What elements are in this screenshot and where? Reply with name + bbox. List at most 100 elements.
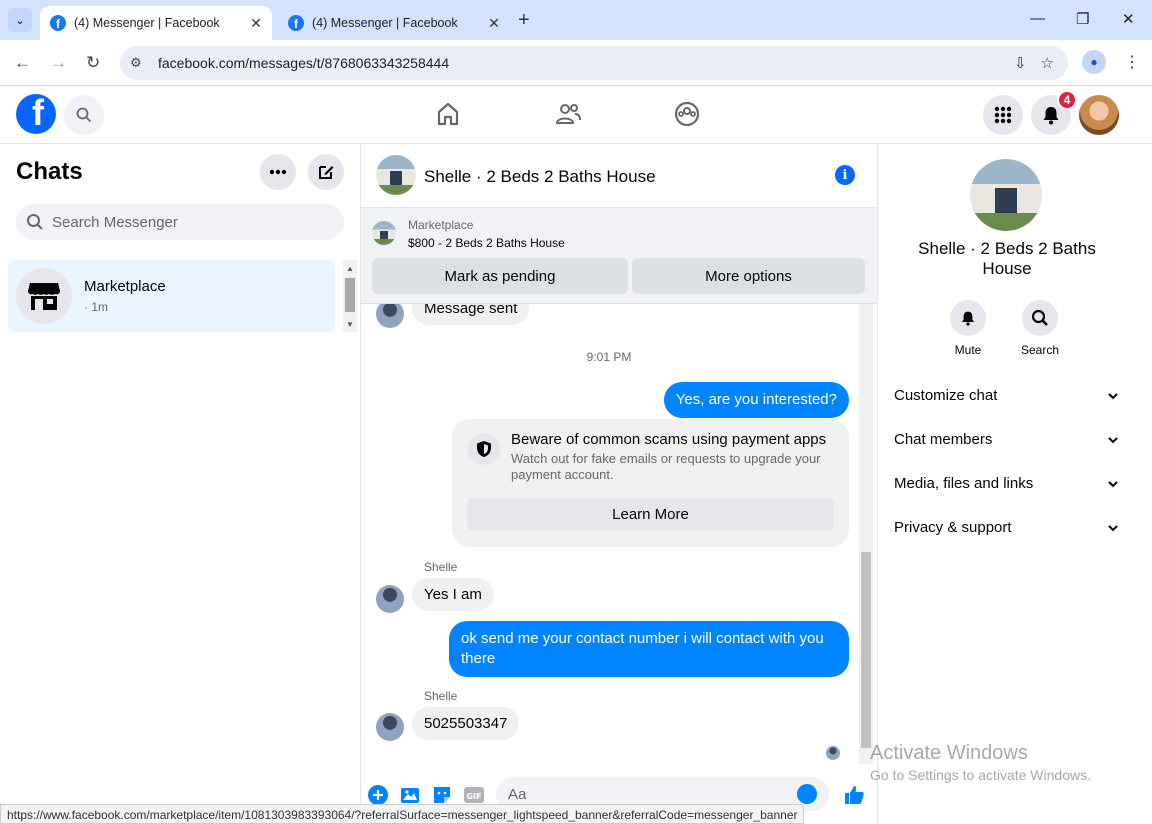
minimize-icon[interactable]: —	[1030, 10, 1045, 27]
install-app-icon[interactable]: ⇩	[1014, 54, 1027, 72]
browser-tab-bar: ⌄ f (4) Messenger | Facebook ✕ f (4) Mes…	[0, 0, 1152, 40]
details-title: Shelle · 2 Beds 2 Baths House	[918, 239, 1096, 278]
conversation-details-pane: Shelle · 2 Beds 2 Baths House Mute Searc…	[878, 144, 1136, 824]
facebook-search-icon[interactable]	[64, 95, 104, 135]
marketplace-label: Marketplace	[408, 218, 474, 232]
message-bubble-outgoing: ok send me your contact number i will co…	[449, 621, 849, 677]
tab-search-chevron-icon[interactable]: ⌄	[8, 8, 32, 32]
message-bubble-incoming: 5025503347	[412, 707, 520, 740]
site-info-icon[interactable]: ⚙	[130, 55, 146, 71]
browser-tab-inactive[interactable]: f (4) Messenger | Facebook ✕	[278, 6, 510, 40]
search-messenger-input[interactable]: Search Messenger	[16, 204, 344, 240]
scam-warning-body: Watch out for fake emails or requests to…	[511, 451, 821, 482]
scrollbar-thumb[interactable]	[861, 552, 871, 748]
privacy-support-section[interactable]: Privacy & support	[894, 519, 1120, 536]
thumbs-up-icon[interactable]	[843, 784, 865, 806]
conversation-avatar[interactable]	[376, 155, 416, 195]
close-tab-icon[interactable]: ✕	[484, 15, 504, 32]
mute-label: Mute	[954, 343, 982, 357]
listing-title[interactable]: $800 - 2 Beds 2 Baths House	[408, 236, 565, 250]
scrollbar-thumb[interactable]	[345, 278, 355, 312]
close-window-icon[interactable]: ✕	[1122, 10, 1135, 28]
facebook-favicon-icon: f	[288, 15, 304, 31]
message-list: Message sent 9:01 PM Yes, are you intere…	[361, 304, 877, 769]
tab-title: (4) Messenger | Facebook	[312, 16, 458, 30]
url-text[interactable]: facebook.com/messages/t/8768063343258444	[158, 55, 1014, 71]
search-icon	[1022, 300, 1058, 336]
close-tab-icon[interactable]: ✕	[246, 15, 266, 32]
marketplace-store-icon	[16, 268, 72, 324]
listing-thumbnail[interactable]	[372, 221, 396, 245]
plus-circle-icon[interactable]	[367, 784, 389, 806]
groups-icon[interactable]	[673, 100, 701, 128]
search-placeholder: Search Messenger	[52, 213, 178, 231]
page-scrollbar[interactable]	[1136, 144, 1152, 824]
sender-name: Shelle	[424, 689, 458, 703]
menu-grid-icon[interactable]	[983, 95, 1023, 135]
chevron-down-icon	[1108, 393, 1118, 400]
sender-avatar[interactable]	[376, 585, 404, 613]
search-icon	[27, 214, 43, 230]
message-timestamp: 9:01 PM	[586, 350, 632, 364]
search-conversation-button[interactable]: Search	[1010, 300, 1070, 357]
info-icon[interactable]: i	[835, 165, 855, 185]
facebook-logo-icon[interactable]: f	[16, 94, 56, 134]
forward-arrow-icon[interactable]: →	[50, 53, 67, 73]
new-tab-icon[interactable]: +	[518, 9, 530, 32]
home-icon[interactable]	[434, 100, 462, 128]
chat-members-section[interactable]: Chat members	[894, 431, 1120, 448]
url-bar[interactable]: ⚙ facebook.com/messages/t/87680633432584…	[120, 46, 1068, 80]
chat-time: · 1m	[84, 300, 108, 314]
sender-avatar[interactable]	[376, 713, 404, 741]
browser-menu-icon[interactable]: ⋮	[1124, 52, 1140, 72]
section-label: Media, files and links	[894, 475, 1034, 492]
mark-as-pending-button[interactable]: Mark as pending	[372, 258, 628, 294]
message-bubble-incoming: Message sent	[412, 304, 530, 325]
sender-avatar[interactable]	[376, 304, 404, 328]
chats-sidebar: Chats Search Messenger Marketplace · 1m …	[0, 144, 361, 824]
svg-text:GIF: GIF	[466, 792, 481, 801]
scroll-down-icon[interactable]: ▼	[346, 320, 354, 329]
chat-list-scrollbar[interactable]: ▲ ▼	[343, 260, 357, 332]
new-message-icon[interactable]	[308, 154, 344, 190]
reload-icon[interactable]: ↻	[86, 53, 100, 73]
details-avatar[interactable]	[970, 159, 1042, 231]
conversation-scrollbar[interactable]	[859, 304, 873, 764]
chat-list-item-marketplace[interactable]: Marketplace · 1m	[8, 260, 335, 332]
scroll-up-icon[interactable]: ▲	[346, 264, 354, 273]
media-files-links-section[interactable]: Media, files and links	[894, 475, 1120, 492]
emoji-icon[interactable]	[797, 784, 817, 804]
profile-avatar[interactable]	[1079, 95, 1119, 135]
conversation-title[interactable]: Shelle · 2 Beds 2 Baths House	[424, 167, 656, 187]
chats-heading: Chats	[16, 158, 83, 185]
section-label: Customize chat	[894, 387, 998, 404]
watermark-line-1: Activate Windows	[870, 742, 1028, 764]
sticker-icon[interactable]	[431, 784, 453, 806]
scam-warning-title: Beware of common scams using payment app…	[511, 431, 827, 448]
message-bubble-outgoing: Yes, are you interested?	[663, 382, 849, 418]
browser-tab-active[interactable]: f (4) Messenger | Facebook ✕	[40, 6, 272, 40]
browser-profile-icon[interactable]: ●	[1082, 50, 1106, 74]
photo-icon[interactable]	[399, 784, 421, 806]
back-arrow-icon[interactable]: ←	[14, 53, 31, 73]
more-options-button[interactable]: More options	[632, 258, 865, 294]
address-bar-row: ← → ↻ ⚙ facebook.com/messages/t/87680633…	[0, 40, 1152, 86]
gif-icon[interactable]: GIF	[463, 784, 485, 806]
tab-title: (4) Messenger | Facebook	[74, 16, 220, 30]
facebook-favicon-icon: f	[50, 15, 66, 31]
section-label: Privacy & support	[894, 519, 1012, 536]
friends-icon[interactable]	[554, 100, 582, 128]
shield-icon	[468, 433, 500, 465]
scam-warning-card: Beware of common scams using payment app…	[452, 419, 849, 547]
message-input-placeholder: Aa	[508, 785, 527, 803]
chat-name: Marketplace	[84, 278, 166, 295]
more-options-icon[interactable]	[260, 154, 296, 190]
notification-badge: 4	[1057, 90, 1077, 110]
customize-chat-section[interactable]: Customize chat	[894, 387, 1120, 404]
activate-windows-watermark: Activate Windows Go to Settings to activ…	[870, 742, 1091, 783]
bookmark-star-icon[interactable]: ☆	[1041, 54, 1054, 72]
restore-icon[interactable]: ❐	[1076, 10, 1089, 28]
facebook-header: f 4	[0, 86, 1152, 144]
learn-more-button[interactable]: Learn More	[467, 498, 834, 530]
mute-button[interactable]: Mute	[938, 300, 998, 357]
